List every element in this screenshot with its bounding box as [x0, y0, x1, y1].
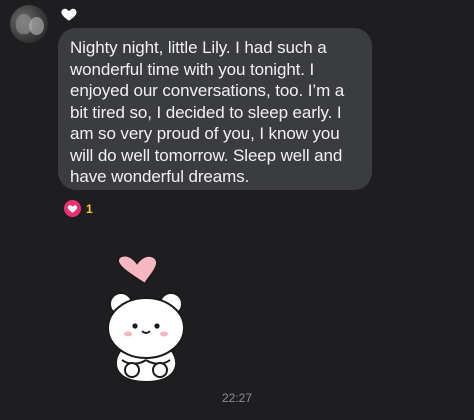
message-timestamp: 22:27: [221, 391, 253, 405]
sender-avatar[interactable]: [10, 5, 48, 43]
message-bubble[interactable]: Nighty night, little Lily. I had such a …: [58, 28, 372, 190]
reaction-count: 1: [86, 201, 93, 216]
message-text: Nighty night, little Lily. I had such a …: [70, 38, 345, 186]
chat-screen: Nighty night, little Lily. I had such a …: [0, 0, 474, 420]
heart-react-icon[interactable]: [60, 5, 78, 23]
bear-sticker[interactable]: [100, 256, 200, 386]
heart-icon: [64, 200, 81, 217]
message-reaction[interactable]: 1: [64, 200, 93, 217]
pink-heart-icon: [117, 256, 159, 286]
